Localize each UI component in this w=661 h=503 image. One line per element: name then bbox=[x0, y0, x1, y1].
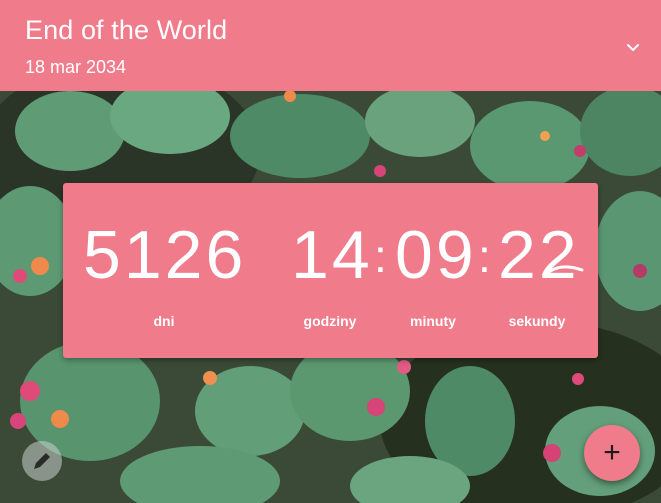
minutes-value: 09 bbox=[395, 217, 477, 293]
plus-icon: + bbox=[603, 436, 621, 469]
hours-label: godziny bbox=[303, 313, 357, 329]
event-title: End of the World bbox=[25, 15, 228, 45]
add-event-button[interactable]: + bbox=[584, 425, 640, 481]
seconds-value: 22 bbox=[498, 217, 580, 293]
pencil-icon bbox=[34, 453, 50, 469]
event-date: 18 mar 2034 bbox=[25, 57, 127, 77]
days-label: dni bbox=[153, 313, 175, 329]
edit-button[interactable] bbox=[22, 441, 62, 481]
time-separator: : bbox=[374, 230, 387, 282]
seconds-label: sekundy bbox=[508, 313, 566, 329]
hours-value: 14 bbox=[291, 217, 373, 293]
minutes-label: minuty bbox=[410, 313, 456, 329]
chevron-down-icon[interactable] bbox=[623, 38, 643, 58]
time-separator: : bbox=[478, 230, 491, 282]
countdown-card: 5126 14 : 09 : 22 dni godziny minuty sek… bbox=[63, 183, 598, 358]
app-header: End of the World 18 mar 2034 bbox=[0, 0, 661, 91]
days-value: 5126 bbox=[83, 217, 247, 293]
